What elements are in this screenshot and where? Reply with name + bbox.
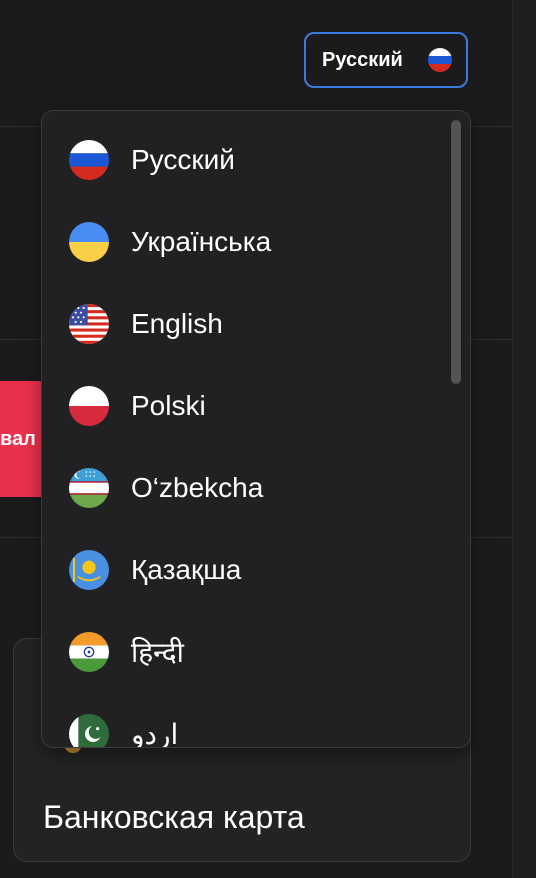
india-flag-icon [69, 632, 109, 672]
poland-flag-icon [69, 386, 109, 426]
language-option-hindi[interactable]: हिन्दी [42, 611, 442, 693]
language-selector-button[interactable]: Русский [304, 32, 468, 88]
russia-flag-icon [428, 48, 452, 72]
russia-flag-icon [69, 140, 109, 180]
dropdown-scrollbar[interactable] [451, 120, 461, 384]
language-option-urdu[interactable]: اردو [42, 693, 442, 748]
language-option-label: اردو [131, 718, 179, 748]
page: Русский вал Банковская карта Русский Укр… [0, 0, 536, 878]
pakistan-flag-icon [69, 714, 109, 747]
usa-flag-icon [69, 304, 109, 344]
ukraine-flag-icon [69, 222, 109, 262]
right-edge-panel [512, 0, 536, 878]
language-option-label: Қазақша [131, 554, 242, 585]
language-option-uzbek[interactable]: O‘zbekcha [42, 447, 442, 529]
action-button[interactable]: вал [0, 381, 44, 497]
language-option-ukrainian[interactable]: Українська [42, 201, 442, 283]
action-button-label: вал [0, 427, 36, 450]
language-option-russian[interactable]: Русский [42, 119, 442, 201]
language-option-label: O‘zbekcha [131, 472, 264, 503]
language-dropdown-menu[interactable]: Русский Українська English Polski O‘zbek… [41, 110, 471, 748]
bank-card-title: Банковская карта [43, 799, 305, 835]
language-selector-label: Русский [322, 48, 403, 71]
language-option-kazakh[interactable]: Қазақша [42, 529, 442, 611]
language-option-label: Русский [131, 144, 235, 175]
language-option-label: Polski [131, 390, 206, 421]
language-option-label: English [131, 308, 223, 339]
language-option-label: हिन्दी [131, 637, 184, 668]
kazakhstan-flag-icon [69, 550, 109, 590]
language-option-label: Українська [131, 226, 272, 257]
language-option-polish[interactable]: Polski [42, 365, 442, 447]
language-option-english[interactable]: English [42, 283, 442, 365]
uzbekistan-flag-icon [69, 468, 109, 508]
